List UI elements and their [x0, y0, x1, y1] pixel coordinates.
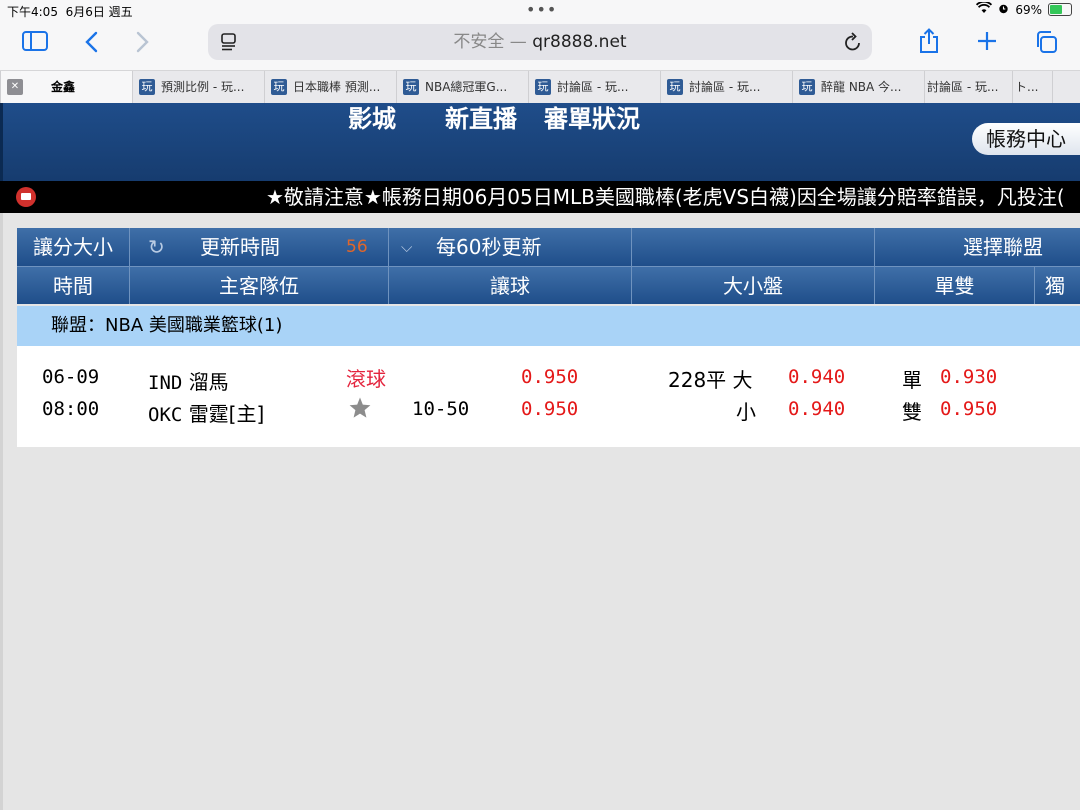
col-teams: 主客隊伍	[130, 266, 389, 304]
under-odds[interactable]: 0.940	[788, 398, 845, 420]
league-row[interactable]: 聯盟：NBA 美國職業籃球(1)	[17, 306, 1080, 346]
multitasking-dots-icon[interactable]: •••	[526, 0, 557, 19]
site-favicon-icon: 玩	[535, 79, 551, 95]
browser-chrome: 下午4:05 6月6日 週五 ••• 69% 不安全 — qr8888.net	[0, 0, 1080, 104]
home-team: OKC 雷霆[主]	[148, 402, 265, 426]
site-header: 影城 新直播 審單狀況 帳務中心	[0, 103, 1080, 181]
match-row: 06-09 08:00 IND 溜馬 OKC 雷霆[主] 滾球 10-50 0.…	[17, 346, 1080, 447]
col-time: 時間	[17, 266, 130, 304]
odd-label: 單	[902, 368, 922, 392]
live-label: 滾球	[346, 367, 386, 391]
battery-percent: 69%	[1015, 2, 1042, 17]
refresh-interval-select[interactable]: ⌵ 每60秒更新	[389, 228, 632, 266]
refresh-interval-label: 每60秒更新	[436, 235, 542, 259]
select-league-label: 選擇聯盟	[963, 235, 1043, 259]
site-favicon-icon: 玩	[667, 79, 683, 95]
site-favicon-icon: 玩	[799, 79, 815, 95]
account-center-button[interactable]: 帳務中心	[972, 123, 1080, 155]
url-host: qr8888.net	[532, 32, 627, 52]
not-secure-label: 不安全 —	[453, 32, 527, 52]
wifi-icon	[976, 0, 993, 17]
tab-label: 討論區 - 玩...	[689, 80, 761, 94]
announcement-ticker: ★敬請注意★帳務日期06月05日MLB美國職棒(老虎VS白襪)因全場讓分賠率錯誤…	[0, 181, 1080, 213]
alarm-icon	[998, 3, 1009, 17]
new-tab-icon[interactable]	[976, 30, 998, 56]
share-icon[interactable]	[918, 28, 940, 58]
over-odds[interactable]: 0.940	[788, 366, 845, 388]
tab-label: 日本職棒 預測...	[293, 80, 381, 94]
total-line: 228平 大	[668, 368, 753, 392]
status-time: 下午4:05 6月6日 週五	[7, 5, 133, 19]
tab-item[interactable]: ト...	[1012, 71, 1052, 103]
tab-label: 預測比例 - 玩...	[161, 80, 245, 94]
reload-icon[interactable]	[844, 32, 862, 56]
handicap-odds-away[interactable]: 0.950	[521, 366, 578, 388]
status-bar: 下午4:05 6月6日 週五 ••• 69%	[0, 0, 1080, 20]
refresh-control[interactable]: ↻ 更新時間 56	[130, 228, 389, 266]
even-odds[interactable]: 0.950	[940, 398, 997, 420]
tab-label: 金鑫	[51, 80, 76, 94]
site-favicon-icon: 玩	[139, 79, 155, 95]
nav-bet-status[interactable]: 審單狀況	[544, 99, 640, 134]
tab-item-empty[interactable]	[1052, 71, 1080, 103]
odd-odds[interactable]: 0.930	[940, 366, 997, 388]
address-bar[interactable]: 不安全 — qr8888.net	[208, 24, 872, 60]
col-handicap: 讓球	[389, 266, 632, 304]
tab-item[interactable]: 玩預測比例 - 玩...	[132, 71, 264, 103]
mode-select[interactable]: 讓分大小	[17, 228, 130, 266]
chevron-down-icon[interactable]: ⌵	[401, 228, 412, 266]
tab-label: 討論區 - 玩...	[927, 80, 999, 94]
tab-label: ト...	[1015, 80, 1039, 94]
tab-label: NBA總冠軍G...	[425, 80, 508, 94]
refresh-icon[interactable]: ↻	[148, 228, 165, 266]
battery-level	[1050, 5, 1062, 14]
sidebar-toggle-icon[interactable]	[22, 31, 48, 55]
tab-label: 醉龍 NBA 今...	[821, 80, 902, 94]
battery-icon	[1048, 3, 1072, 16]
close-tab-icon[interactable]: ✕	[7, 79, 23, 95]
tab-item[interactable]: 玩討論區 - 玩...	[660, 71, 792, 103]
col-extra: 獨	[1035, 266, 1080, 304]
tab-overview-icon[interactable]	[1034, 30, 1058, 58]
site-favicon-icon: 玩	[403, 79, 419, 95]
favorite-star-icon[interactable]	[348, 396, 372, 425]
odds-table: 讓分大小 ↻ 更新時間 56 ⌵ 每60秒更新 選擇聯盟 時間 主客隊伍 讓球 …	[17, 228, 1080, 447]
announcement-icon	[16, 187, 36, 207]
handicap-line: 10-50	[412, 398, 470, 420]
ticker-text: ★敬請注意★帳務日期06月05日MLB美國職棒(老虎VS白襪)因全場讓分賠率錯誤…	[266, 185, 1065, 209]
refresh-countdown: 56	[346, 237, 368, 257]
tab-item-active[interactable]: ✕ 金鑫	[0, 71, 132, 103]
nav-theater[interactable]: 影城	[348, 99, 396, 134]
back-icon[interactable]	[84, 31, 98, 57]
select-league-button[interactable]: 選擇聯盟	[875, 228, 1080, 266]
url-text[interactable]: 不安全 — qr8888.net	[208, 24, 872, 60]
toolbar-spacer	[632, 228, 875, 266]
forward-icon[interactable]	[136, 31, 150, 57]
match-date: 06-09	[42, 366, 100, 388]
tab-item[interactable]: 討論區 - 玩...	[924, 71, 1012, 103]
tab-label: 討論區 - 玩...	[557, 80, 629, 94]
col-over-under: 大小盤	[632, 266, 875, 304]
under-label: 小	[736, 400, 756, 424]
away-team: IND 溜馬	[148, 370, 229, 394]
handicap-odds-home[interactable]: 0.950	[521, 398, 578, 420]
site-favicon-icon: 玩	[271, 79, 287, 95]
col-odd-even: 單雙	[875, 266, 1035, 304]
even-label: 雙	[902, 400, 922, 424]
tab-bar: ✕ 金鑫 玩預測比例 - 玩... 玩日本職棒 預測... 玩 NBA總冠軍G...…	[0, 70, 1080, 104]
match-time: 08:00	[42, 398, 100, 420]
tab-item[interactable]: 玩醉龍 NBA 今...	[792, 71, 924, 103]
nav-new-live[interactable]: 新直播	[445, 99, 517, 134]
status-indicators: 69%	[976, 0, 1072, 17]
refresh-label: 更新時間	[200, 235, 280, 259]
left-edge-divider	[0, 213, 3, 810]
